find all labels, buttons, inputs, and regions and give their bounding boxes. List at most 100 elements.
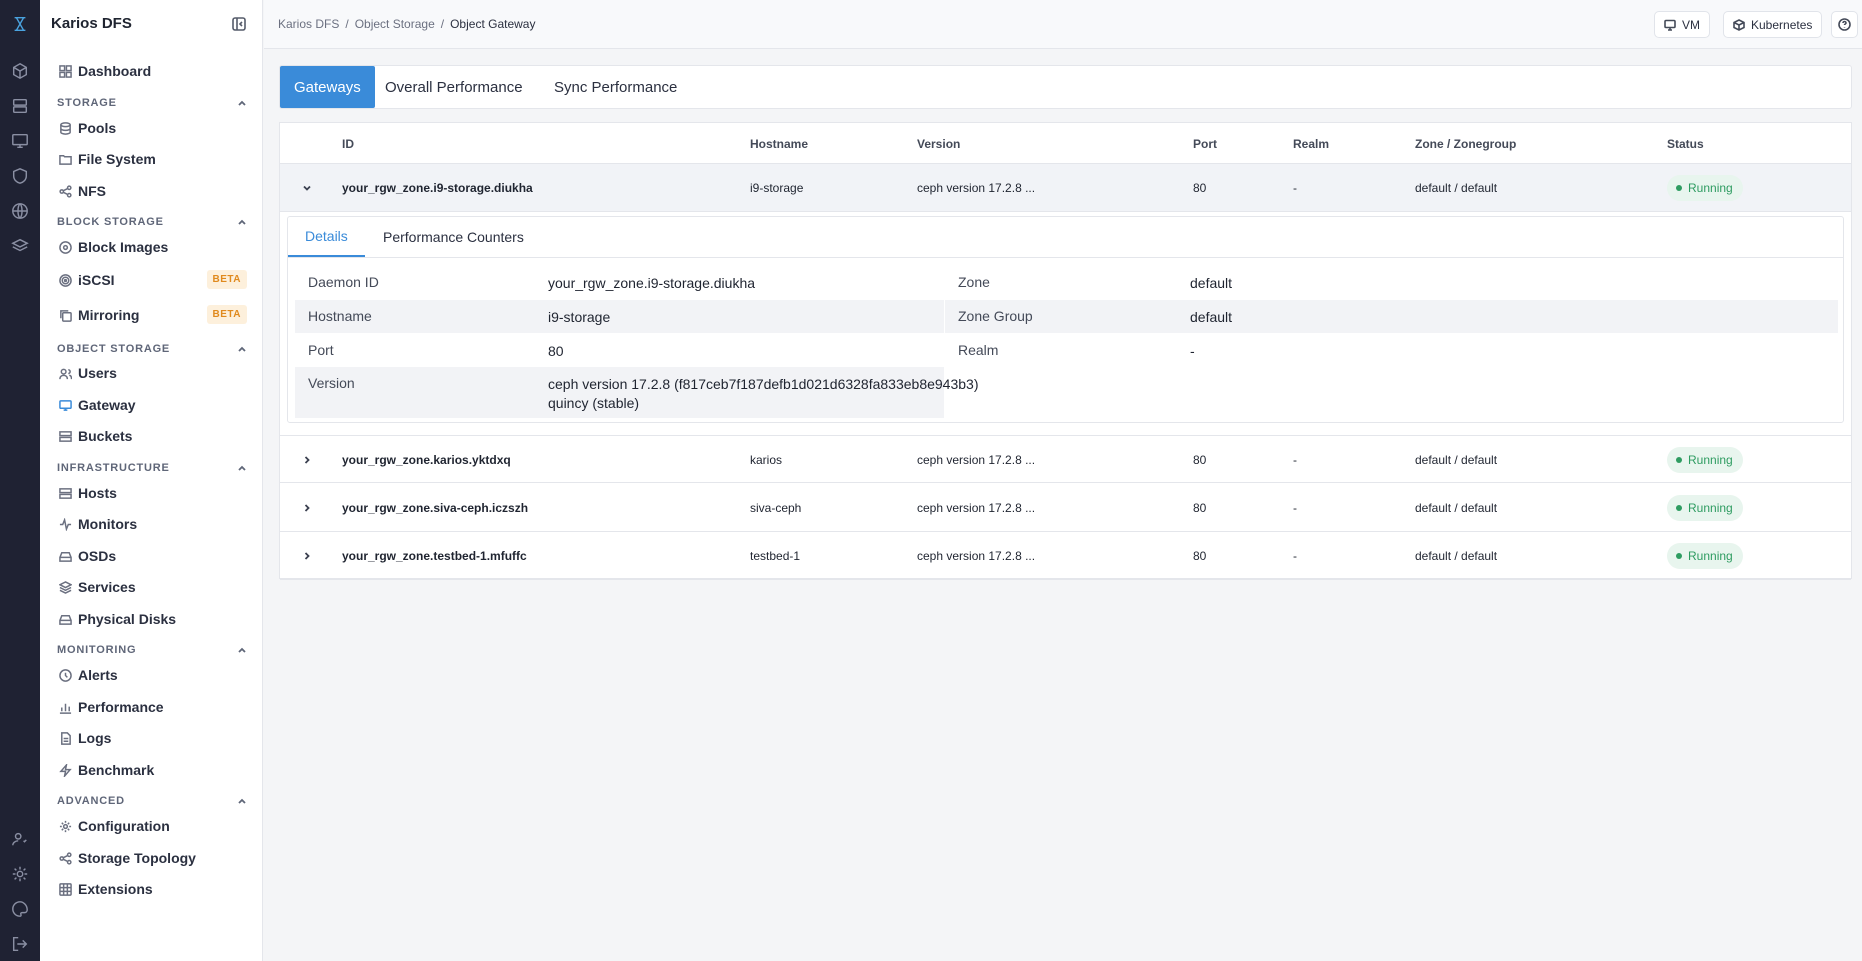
cube-icon[interactable] xyxy=(10,61,30,81)
header-realm[interactable]: Realm xyxy=(1293,137,1329,151)
nav-pools[interactable]: Pools xyxy=(58,117,248,139)
database-icon xyxy=(58,121,72,135)
detail-zone-group: Zone Group default xyxy=(945,300,1838,333)
cell-zone: default / default xyxy=(1415,549,1498,563)
table-row[interactable]: your_rgw_zone.karios.yktdxq karios ceph … xyxy=(280,435,1851,483)
vm-button[interactable]: VM xyxy=(1654,11,1710,38)
nav-buckets[interactable]: Buckets xyxy=(58,425,248,447)
nav-monitors[interactable]: Monitors xyxy=(58,513,248,535)
table-row[interactable]: your_rgw_zone.siva-ceph.iczszh siva-ceph… xyxy=(280,484,1851,532)
section-object-storage[interactable]: OBJECT STORAGE xyxy=(57,343,247,357)
disc-icon xyxy=(58,240,72,254)
layers-icon xyxy=(58,580,72,594)
help-button[interactable] xyxy=(1831,11,1858,38)
chevron-up-icon xyxy=(237,796,247,806)
beta-badge: BETA xyxy=(206,270,247,289)
chevron-right-icon[interactable] xyxy=(301,501,313,513)
hard-drive-icon xyxy=(58,549,72,563)
nav-mirroring[interactable]: Mirroring BETA xyxy=(58,304,248,326)
header-zone[interactable]: Zone / Zonegroup xyxy=(1415,137,1516,151)
header-version[interactable]: Version xyxy=(917,137,960,151)
details-panel: Details Performance Counters Daemon ID yo… xyxy=(287,216,1844,423)
detail-value: 80 xyxy=(548,343,564,359)
crumb-karios[interactable]: Karios DFS xyxy=(278,17,339,31)
nav-services[interactable]: Services xyxy=(58,576,248,598)
collapse-sidebar-icon[interactable] xyxy=(232,17,246,31)
section-storage[interactable]: STORAGE xyxy=(57,97,247,111)
nav-gateway[interactable]: Gateway xyxy=(58,394,248,416)
cell-port: 80 xyxy=(1193,549,1207,563)
cell-realm: - xyxy=(1293,501,1297,515)
logo-icon[interactable] xyxy=(10,14,30,34)
nav-label: Alerts xyxy=(78,667,118,683)
tab-gateways[interactable]: Gateways xyxy=(280,66,375,108)
nav-extensions[interactable]: Extensions xyxy=(58,878,248,900)
nav-dashboard[interactable]: Dashboard xyxy=(58,60,248,82)
chevron-up-icon xyxy=(237,463,247,473)
nav-label: Gateway xyxy=(78,397,136,413)
section-title: INFRASTRUCTURE xyxy=(57,462,170,474)
breadcrumb: Karios DFS / Object Storage / Object Gat… xyxy=(278,17,535,31)
shield-icon[interactable] xyxy=(10,166,30,186)
detail-key: Daemon ID xyxy=(308,274,379,290)
kubernetes-button[interactable]: Kubernetes xyxy=(1723,11,1823,38)
nav-alerts[interactable]: Alerts xyxy=(58,664,248,686)
top-bar: Karios DFS / Object Storage / Object Gat… xyxy=(264,0,1862,49)
user-settings-icon[interactable] xyxy=(10,829,30,849)
header-port[interactable]: Port xyxy=(1193,137,1217,151)
nav-nfs[interactable]: NFS xyxy=(58,180,248,202)
nav-hosts[interactable]: Hosts xyxy=(58,482,248,504)
nav-storage-topology[interactable]: Storage Topology xyxy=(58,847,248,869)
header-hostname[interactable]: Hostname xyxy=(750,137,808,151)
nav-block-images[interactable]: Block Images xyxy=(58,236,248,258)
tab-overall-performance[interactable]: Overall Performance xyxy=(371,66,537,108)
gear-icon[interactable] xyxy=(10,864,30,884)
nav-osds[interactable]: OSDs xyxy=(58,545,248,567)
share-icon xyxy=(58,851,72,865)
detail-key: Port xyxy=(308,342,334,358)
nav-iscsi[interactable]: iSCSI BETA xyxy=(58,269,248,291)
activity-icon xyxy=(58,517,72,531)
table-row[interactable]: your_rgw_zone.i9-storage.diukha i9-stora… xyxy=(280,164,1851,212)
chevron-up-icon xyxy=(237,645,247,655)
nav-configuration[interactable]: Configuration xyxy=(58,815,248,837)
table-row[interactable]: your_rgw_zone.testbed-1.mfuffc testbed-1… xyxy=(280,532,1851,580)
section-block-storage[interactable]: BLOCK STORAGE xyxy=(57,216,247,230)
detail-value: your_rgw_zone.i9-storage.diukha xyxy=(548,275,756,291)
copy-icon xyxy=(58,308,72,322)
nav-performance[interactable]: Performance xyxy=(58,696,248,718)
nav-file-system[interactable]: File System xyxy=(58,148,248,170)
nav-label: Logs xyxy=(78,730,112,746)
detail-port: Port 80 xyxy=(295,334,944,367)
layers-icon[interactable] xyxy=(10,236,30,256)
tab-details[interactable]: Details xyxy=(288,217,365,257)
nav-physical-disks[interactable]: Physical Disks xyxy=(58,608,248,630)
detail-key: Zone Group xyxy=(958,308,1033,324)
logout-icon[interactable] xyxy=(10,934,30,954)
help-icon xyxy=(1838,18,1851,31)
chevron-right-icon[interactable] xyxy=(301,549,313,561)
monitor-icon[interactable] xyxy=(10,131,30,151)
header-status[interactable]: Status xyxy=(1667,137,1704,151)
nav-label: Physical Disks xyxy=(78,611,177,627)
nav-benchmark[interactable]: Benchmark xyxy=(58,759,248,781)
chevron-down-icon[interactable] xyxy=(301,181,313,193)
globe-icon[interactable] xyxy=(10,201,30,221)
nav-label: Mirroring xyxy=(78,307,140,323)
tab-sync-performance[interactable]: Sync Performance xyxy=(540,66,691,108)
section-advanced[interactable]: ADVANCED xyxy=(57,795,247,809)
crumb-object-storage[interactable]: Object Storage xyxy=(355,17,435,31)
header-id[interactable]: ID xyxy=(342,137,354,151)
server-icon xyxy=(58,486,72,500)
chevron-right-icon[interactable] xyxy=(301,453,313,465)
palette-icon[interactable] xyxy=(10,899,30,919)
nav-logs[interactable]: Logs xyxy=(58,727,248,749)
kubernetes-label: Kubernetes xyxy=(1751,17,1813,32)
section-monitoring[interactable]: MONITORING xyxy=(57,644,247,658)
section-infrastructure[interactable]: INFRASTRUCTURE xyxy=(57,462,247,476)
tab-performance-counters[interactable]: Performance Counters xyxy=(366,217,541,257)
detail-zone: Zone default xyxy=(945,266,1838,299)
nav-users[interactable]: Users xyxy=(58,362,248,384)
server-icon[interactable] xyxy=(10,96,30,116)
folder-icon xyxy=(58,152,72,166)
